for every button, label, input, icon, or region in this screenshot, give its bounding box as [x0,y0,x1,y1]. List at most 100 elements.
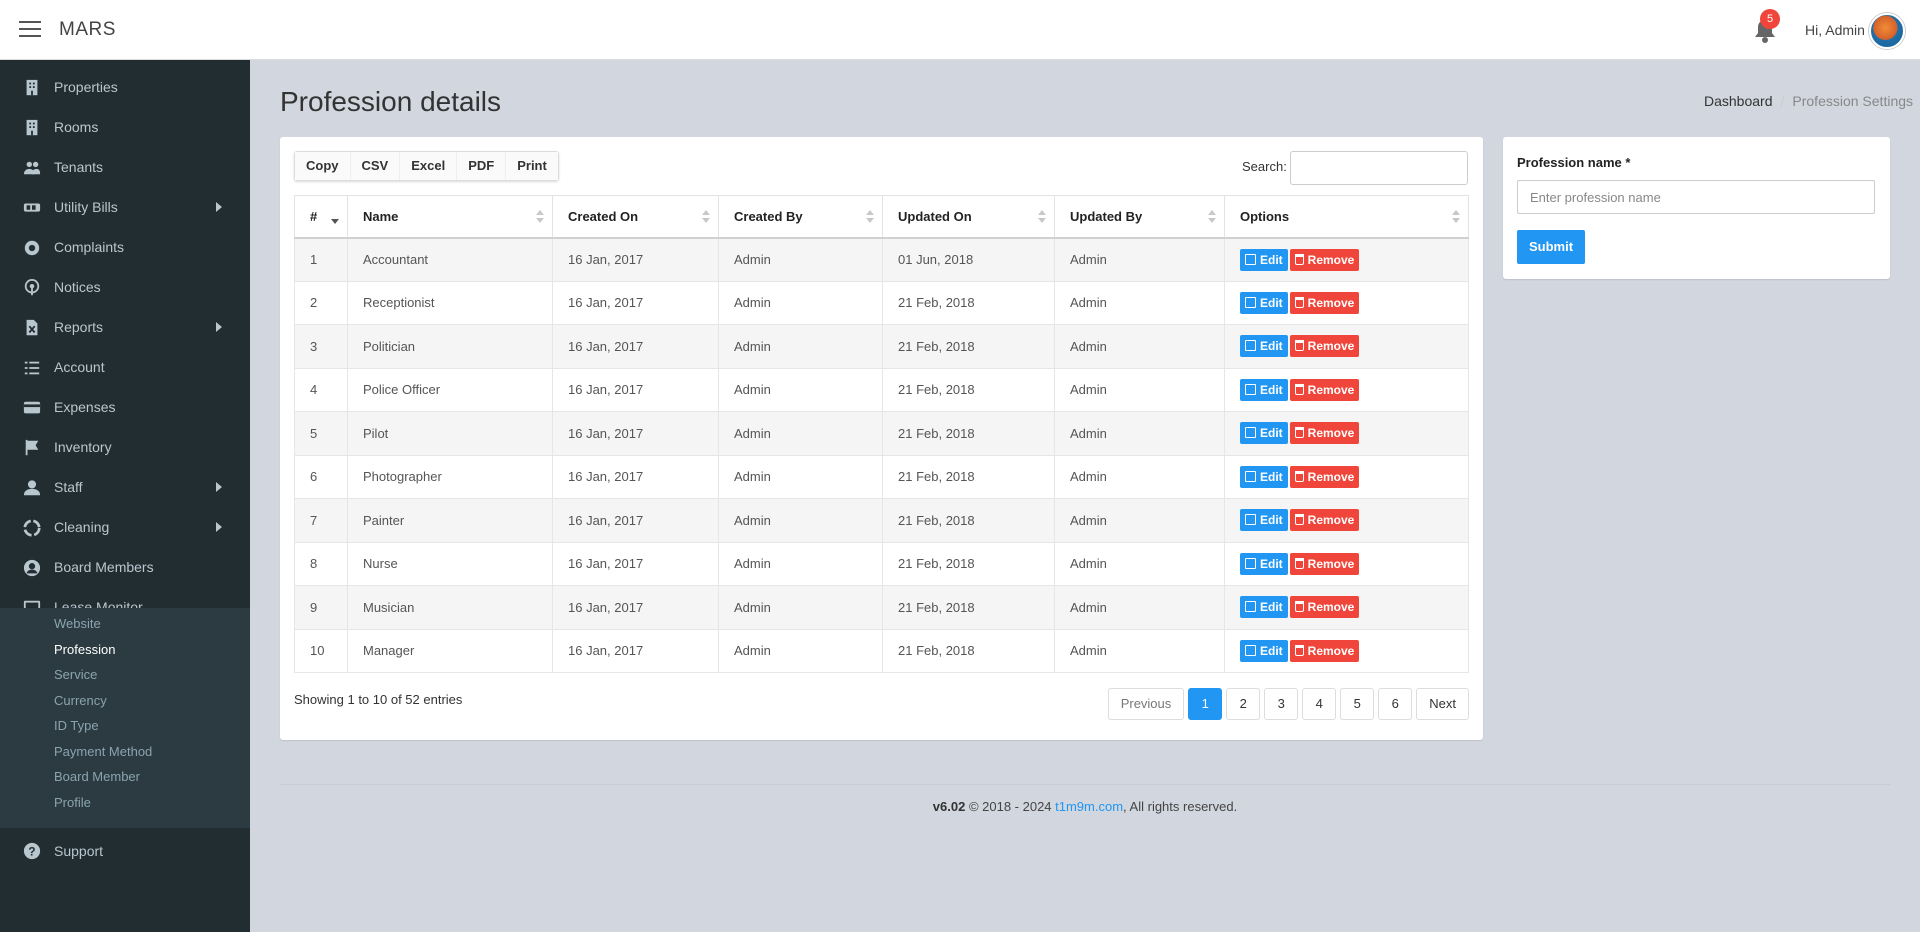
breadcrumb-home[interactable]: Dashboard [1704,93,1773,109]
table-row: 3 Politician 16 Jan, 2017 Admin 21 Feb, 2018… [294,324,1469,369]
column-header-options[interactable]: Options [1224,195,1469,239]
avatar[interactable] [1869,13,1905,49]
cell-name: Receptionist [347,280,553,325]
edit-button[interactable]: Edit [1240,335,1288,358]
remove-button[interactable]: Remove [1289,465,1360,488]
remove-button[interactable]: Remove [1289,335,1360,358]
search-input[interactable] [1290,151,1468,185]
edit-icon [1245,340,1256,352]
sidebar-item-label: Board Members [54,559,154,575]
edit-button[interactable]: Edit [1240,465,1288,488]
footer-rights: , All rights reserved. [1123,799,1238,814]
remove-button[interactable]: Remove [1289,509,1360,532]
sidebar-item-board-members[interactable]: Board Members [0,548,250,588]
edit-button[interactable]: Edit [1240,248,1288,271]
csv-button[interactable]: CSV [350,152,401,180]
edit-button[interactable]: Edit [1240,378,1288,401]
remove-button[interactable]: Remove [1289,422,1360,445]
pagination-page-6[interactable]: 6 [1378,688,1413,720]
edit-button[interactable]: Edit [1240,639,1288,662]
pagination-previous[interactable]: Previous [1107,688,1185,720]
submit-button[interactable]: Submit [1517,230,1586,264]
cell-index: 6 [294,454,348,499]
submenu-item-profile[interactable]: Profile [54,795,91,810]
sidebar-item-tenants[interactable]: Tenants [0,148,250,188]
bolt-icon [23,203,41,212]
profession-name-input[interactable] [1517,180,1875,214]
edit-button[interactable]: Edit [1240,509,1288,532]
cell-index: 4 [294,367,348,412]
submenu-item-payment-method[interactable]: Payment Method [54,744,152,759]
user-greeting[interactable]: Hi, Admin [1805,22,1865,38]
pagination-next[interactable]: Next [1416,688,1469,720]
submenu-item-profession[interactable]: Profession [54,642,115,657]
cell-created-by: Admin [718,237,883,282]
sidebar-item-cleaning[interactable]: Cleaning [0,508,250,548]
sidebar-item-label: Properties [54,79,118,95]
copy-button[interactable]: Copy [295,152,351,180]
column-header-index[interactable]: # [294,195,348,239]
table-row: 1 Accountant 16 Jan, 2017 Admin 01 Jun, 2018… [294,237,1469,282]
table-row: 5 Pilot 16 Jan, 2017 Admin 21 Feb, 2018 Admin… [294,411,1469,456]
pagination-page-5[interactable]: 5 [1340,688,1375,720]
sidebar-item-notices[interactable]: Notices [0,268,250,308]
remove-button[interactable]: Remove [1289,596,1360,619]
remove-button[interactable]: Remove [1289,552,1360,575]
remove-button[interactable]: Remove [1289,639,1360,662]
sidebar-item-account[interactable]: Account [0,348,250,388]
cell-created-on: 16 Jan, 2017 [552,324,719,369]
sidebar-item-support[interactable]: ? Support [0,830,250,872]
submenu-item-board-member[interactable]: Board Member [54,769,140,784]
cell-index: 9 [294,585,348,630]
sidebar-item-expenses[interactable]: Expenses [0,388,250,428]
remove-button[interactable]: Remove [1289,291,1360,314]
remove-button[interactable]: Remove [1289,378,1360,401]
submenu-item-id-type[interactable]: ID Type [54,718,99,733]
sidebar-item-label: Complaints [54,239,125,255]
sidebar-item-staff[interactable]: Staff [0,468,250,508]
pagination-page-1[interactable]: 1 [1188,688,1223,720]
hamburger-menu-icon[interactable] [19,21,41,39]
edit-button[interactable]: Edit [1240,291,1288,314]
footer-link[interactable]: t1m9m.com [1055,799,1123,814]
edit-button[interactable]: Edit [1240,422,1288,445]
column-header-created-by[interactable]: Created By [718,195,883,239]
building-icon [26,79,38,96]
column-header-name[interactable]: Name [347,195,553,239]
column-header-updated-by[interactable]: Updated By [1054,195,1225,239]
sidebar-item-inventory[interactable]: Inventory [0,428,250,468]
pdf-button[interactable]: PDF [457,152,507,180]
print-button[interactable]: Print [506,152,558,180]
cell-options: Edit Remove [1224,237,1469,282]
brand-logo-text[interactable]: MARS [59,19,116,41]
submenu-item-website[interactable]: Website [54,616,101,631]
pagination-page-3[interactable]: 3 [1264,688,1299,720]
submenu-item-currency[interactable]: Currency [54,693,107,708]
edit-button[interactable]: Edit [1240,596,1288,619]
sidebar-item-rooms[interactable]: Rooms [0,108,250,148]
table-row: 8 Nurse 16 Jan, 2017 Admin 21 Feb, 2018 Admin… [294,541,1469,586]
sidebar-item-properties[interactable]: Properties [0,68,250,108]
edit-button[interactable]: Edit [1240,552,1288,575]
submenu-item-service[interactable]: Service [54,667,97,682]
sidebar-item-complaints[interactable]: Complaints [0,228,250,268]
sidebar-item-label: Expenses [54,399,116,415]
remove-button[interactable]: Remove [1289,248,1360,271]
cell-created-by: Admin [718,324,883,369]
sidebar-item-label: Inventory [54,439,112,455]
edit-icon [1245,427,1256,439]
excel-button[interactable]: Excel [400,152,458,180]
pagination-page-4[interactable]: 4 [1302,688,1337,720]
table-row: 9 Musician 16 Jan, 2017 Admin 21 Feb, 2018 Ad… [294,585,1469,630]
sidebar-item-reports[interactable]: Reports [0,308,250,348]
cell-index: 3 [294,324,348,369]
sidebar-item-utility-bills[interactable]: Utility Bills [0,188,250,228]
footer-copyright: © 2018 - 2024 [965,799,1056,814]
edit-icon [1245,470,1256,482]
edit-icon [1245,557,1256,569]
column-header-created-on[interactable]: Created On [552,195,719,239]
pagination: Previous 1 2 3 4 5 6 Next [1107,688,1469,720]
cell-created-on: 16 Jan, 2017 [552,411,719,456]
column-header-updated-on[interactable]: Updated On [882,195,1055,239]
pagination-page-2[interactable]: 2 [1226,688,1261,720]
